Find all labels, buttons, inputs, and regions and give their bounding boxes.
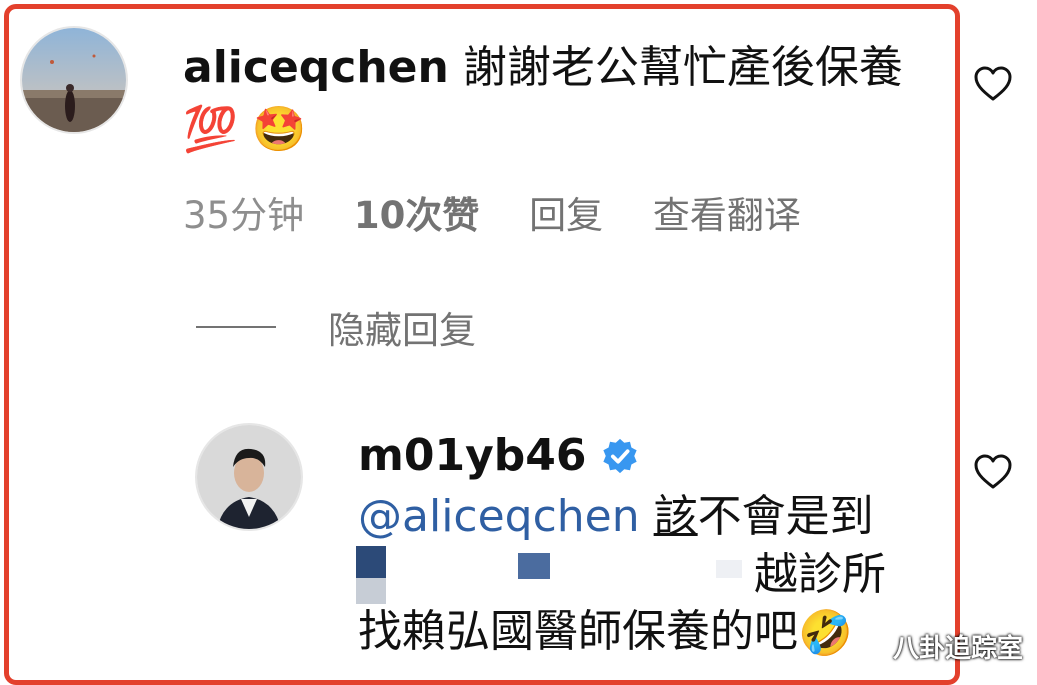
hide-replies-label: 隐藏回复 [328, 309, 476, 352]
reply-text-3: 找賴弘國醫師保養的吧 [358, 606, 798, 657]
avatar-photo [197, 425, 301, 529]
verified-badge-icon [602, 438, 637, 473]
redaction-block [716, 560, 742, 578]
reply-text-underlined: 該 [653, 491, 698, 542]
comment-likes[interactable]: 10次赞 [354, 194, 480, 237]
reply-line-1: @aliceqchen 該不會是到 [358, 488, 874, 546]
star-eyes-emoji-icon: 🤩 [251, 104, 307, 155]
reply-text-2: 越診所 [754, 549, 886, 600]
avatar-m01yb46[interactable] [197, 425, 301, 529]
comment-meta-row: 35分钟 10次赞 回复 查看翻译 [183, 185, 839, 239]
hundred-emoji-icon: 💯 [183, 104, 238, 155]
like-heart-icon[interactable] [973, 452, 1013, 492]
redaction-block [356, 546, 386, 578]
reply-line-3: 找賴弘國醫師保養的吧🤣 [358, 603, 853, 663]
hide-replies-toggle[interactable]: 隐藏回复 [196, 300, 476, 354]
see-translation-button[interactable]: 查看翻译 [653, 194, 801, 237]
comment-username[interactable]: aliceqchen [183, 42, 449, 93]
reply-username[interactable]: m01yb46 [358, 430, 587, 481]
redaction-block [356, 578, 386, 604]
avatar-aliceqchen[interactable] [22, 28, 126, 132]
reply-user-row: m01yb46 [358, 430, 639, 481]
mention-link[interactable]: @aliceqchen [358, 491, 640, 542]
reply-button[interactable]: 回复 [529, 194, 603, 237]
redaction-block [518, 553, 550, 579]
comment-time: 35分钟 [183, 194, 305, 237]
comment-text: 謝謝老公幫忙產後保養 [462, 42, 903, 93]
watermark: 八卦追踪室 [892, 634, 1023, 664]
comment-body: aliceqchen 謝謝老公幫忙產後保養 💯 🤩 [183, 38, 903, 160]
divider-line [196, 326, 276, 328]
avatar-photo [22, 28, 126, 132]
like-heart-icon[interactable] [973, 64, 1013, 104]
rofl-emoji-icon: 🤣 [798, 608, 853, 659]
reply-text-1: 不會是到 [697, 491, 874, 542]
reply-line-2: 越診所 [754, 546, 886, 604]
